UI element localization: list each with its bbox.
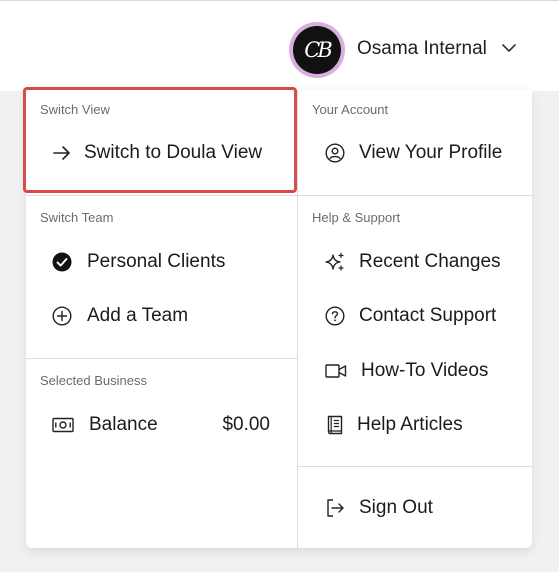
cash-icon bbox=[52, 415, 74, 435]
selected-business-label: Selected Business bbox=[40, 373, 147, 388]
sparkles-icon bbox=[325, 252, 345, 272]
avatar[interactable]: CB bbox=[289, 22, 345, 78]
video-camera-icon bbox=[325, 361, 347, 381]
recent-changes-label: Recent Changes bbox=[359, 251, 501, 272]
column-divider bbox=[297, 90, 298, 548]
account-dropdown-menu: Switch View Switch to Doula View Switch … bbox=[26, 90, 532, 548]
switch-team-label: Switch Team bbox=[40, 210, 114, 225]
personal-clients-item[interactable]: Personal Clients bbox=[52, 251, 225, 273]
book-icon bbox=[325, 415, 345, 435]
personal-clients-label: Personal Clients bbox=[87, 251, 226, 272]
view-your-profile-item[interactable]: View Your Profile bbox=[325, 142, 502, 164]
balance-label: Balance bbox=[89, 414, 158, 435]
view-your-profile-label: View Your Profile bbox=[359, 142, 503, 163]
help-articles-label: Help Articles bbox=[357, 414, 463, 435]
balance-value: $0.00 bbox=[222, 414, 270, 435]
add-a-team-label: Add a Team bbox=[87, 305, 189, 326]
switch-to-doula-view-item[interactable]: Switch to Doula View bbox=[52, 142, 262, 164]
user-circle-icon bbox=[325, 143, 345, 163]
question-circle-icon bbox=[325, 306, 345, 326]
divider bbox=[26, 195, 297, 196]
divider bbox=[298, 466, 532, 467]
recent-changes-item[interactable]: Recent Changes bbox=[325, 251, 501, 273]
chevron-down-icon[interactable] bbox=[500, 41, 518, 55]
how-to-videos-item[interactable]: How-To Videos bbox=[325, 360, 488, 382]
avatar-initials: CB bbox=[293, 26, 341, 74]
balance-item[interactable]: Balance $0.00 bbox=[52, 414, 270, 436]
how-to-videos-label: How-To Videos bbox=[361, 360, 489, 381]
your-account-label: Your Account bbox=[312, 102, 389, 117]
help-articles-item[interactable]: Help Articles bbox=[325, 414, 463, 436]
divider bbox=[298, 195, 532, 196]
contact-support-item[interactable]: Contact Support bbox=[325, 305, 496, 327]
help-support-label: Help & Support bbox=[312, 210, 401, 225]
user-name[interactable]: Osama Internal bbox=[357, 38, 487, 60]
top-bar: CB Osama Internal bbox=[0, 0, 559, 91]
sign-out-icon bbox=[325, 498, 345, 518]
check-circle-icon bbox=[52, 252, 72, 272]
divider bbox=[26, 358, 297, 359]
add-a-team-item[interactable]: Add a Team bbox=[52, 305, 188, 327]
arrow-right-icon bbox=[52, 143, 72, 163]
switch-to-doula-view-label: Switch to Doula View bbox=[84, 142, 263, 163]
sign-out-label: Sign Out bbox=[359, 497, 433, 518]
contact-support-label: Contact Support bbox=[359, 305, 497, 326]
plus-circle-icon bbox=[52, 306, 72, 326]
switch-view-label: Switch View bbox=[40, 102, 110, 117]
sign-out-item[interactable]: Sign Out bbox=[325, 497, 433, 519]
